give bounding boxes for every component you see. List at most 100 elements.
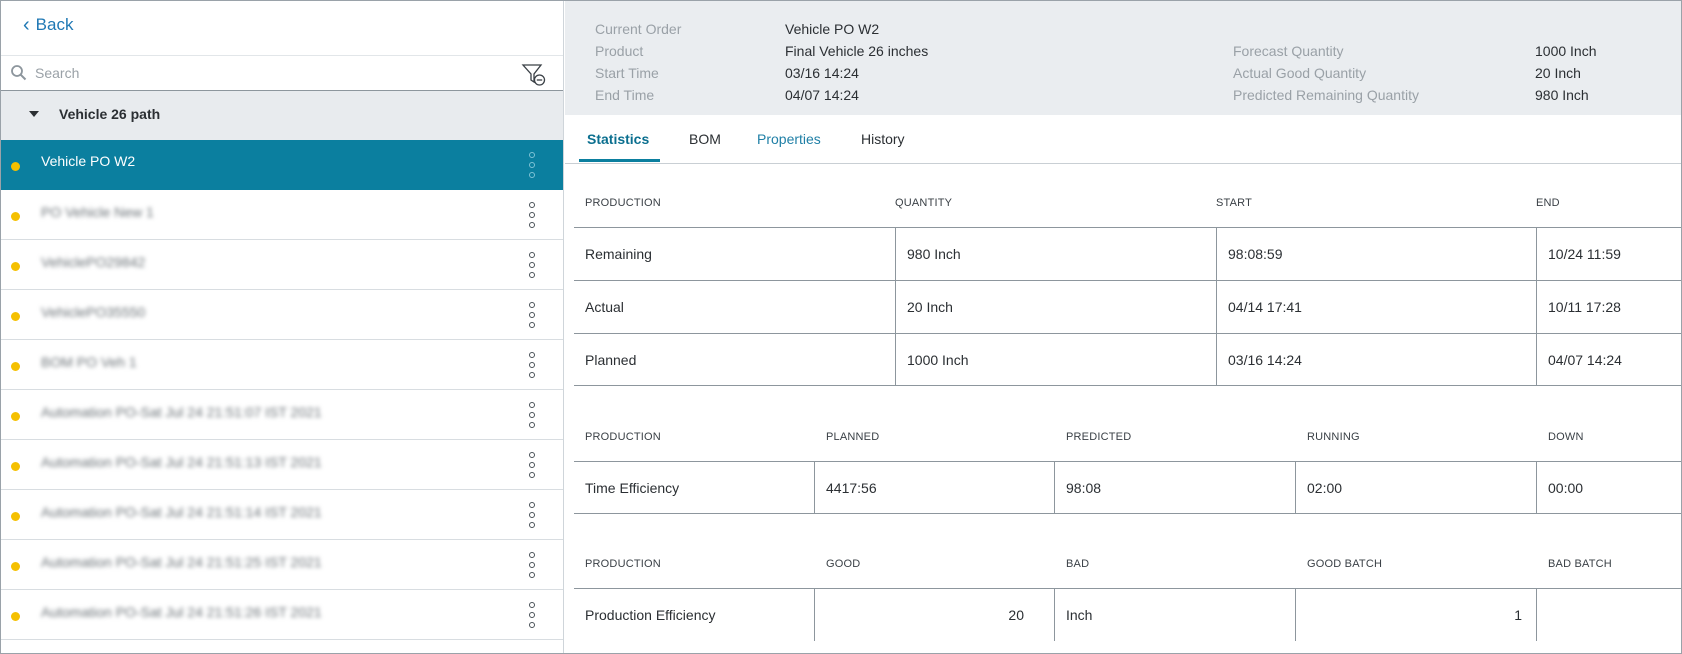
- order-detail-panel: Current Order Vehicle PO W2 Product Fina…: [565, 1, 1681, 653]
- status-dot: [11, 362, 20, 371]
- list-item-label: VehiclePO29842: [41, 254, 146, 270]
- search-icon: [11, 65, 27, 81]
- forecast-quantity-value: 1000 Inch: [1535, 43, 1597, 59]
- more-options-icon[interactable]: [525, 202, 539, 228]
- list-item-label: Automation PO-Sat Jul 24 21:51:13 IST 20…: [41, 454, 322, 470]
- list-item[interactable]: VehiclePO29842: [1, 240, 563, 290]
- more-options-icon[interactable]: [525, 552, 539, 578]
- table-cell: 1: [1514, 607, 1522, 623]
- status-dot: [11, 612, 20, 621]
- table-cell: 98:08:59: [1228, 246, 1283, 262]
- status-dot: [11, 312, 20, 321]
- list-item-label: Automation PO-Sat Jul 24 21:51:25 IST 20…: [41, 554, 322, 570]
- order-summary-header: Current Order Vehicle PO W2 Product Fina…: [565, 1, 1681, 115]
- table-cell: Inch: [1066, 607, 1093, 623]
- list-item-label: VehiclePO35550: [41, 304, 146, 320]
- status-dot: [11, 212, 20, 221]
- more-options-icon[interactable]: [525, 302, 539, 328]
- column-header: START: [1216, 197, 1253, 209]
- column-header: GOOD BATCH: [1307, 558, 1383, 570]
- status-dot: [11, 462, 20, 471]
- more-options-icon[interactable]: [525, 602, 539, 628]
- list-item-label: Automation PO-Sat Jul 24 21:51:14 IST 20…: [41, 504, 322, 520]
- product-label: Product: [595, 43, 644, 59]
- tab-statistics[interactable]: Statistics: [587, 131, 649, 147]
- back-link[interactable]: ‹ Back: [23, 15, 73, 35]
- end-time-label: End Time: [595, 87, 655, 103]
- table-cell: Actual: [585, 299, 624, 315]
- product-value: Final Vehicle 26 inches: [785, 43, 929, 59]
- forecast-quantity-label: Forecast Quantity: [1233, 43, 1344, 59]
- table-row: Actual 20 Inch 04/14 17:41 10/11 17:28: [574, 280, 1681, 333]
- table-cell: Remaining: [585, 246, 652, 262]
- more-options-icon[interactable]: [525, 402, 539, 428]
- search-input[interactable]: [35, 62, 475, 84]
- list-item-label: PO Vehicle New 1: [41, 204, 154, 220]
- table-cell: 03/16 14:24: [1228, 352, 1302, 368]
- status-dot: [11, 412, 20, 421]
- list-item[interactable]: Automation PO-Sat Jul 24 21:51:07 IST 20…: [1, 390, 563, 440]
- list-item[interactable]: Automation PO-Sat Jul 24 21:51:25 IST 20…: [1, 540, 563, 590]
- column-header: PREDICTED: [1066, 431, 1132, 443]
- search-bar: [1, 55, 563, 91]
- table-cell: 4417:56: [826, 480, 877, 496]
- list-item[interactable]: Automation PO-Sat Jul 24 21:51:14 IST 20…: [1, 490, 563, 540]
- table-cell: 98:08: [1066, 480, 1102, 496]
- more-options-icon[interactable]: [525, 152, 539, 178]
- column-header: PLANNED: [826, 431, 880, 443]
- table-cell: 20 Inch: [907, 299, 953, 315]
- caret-down-icon[interactable]: [29, 111, 39, 117]
- app-frame: ‹ Back Vehicle 26 path Vehicle PO W2: [0, 0, 1682, 654]
- order-list-panel: ‹ Back Vehicle 26 path Vehicle PO W2: [1, 1, 564, 653]
- tab-properties[interactable]: Properties: [757, 131, 821, 147]
- list-item[interactable]: Automation PO-Sat Jul 24 21:51:26 IST 20…: [1, 590, 563, 640]
- table-cell: 04/14 17:41: [1228, 299, 1302, 315]
- order-list: Vehicle PO W2 PO Vehicle New 1 VehiclePO…: [1, 140, 563, 640]
- table-row: Time Efficiency 4417:56 98:08 02:00 00:0…: [574, 461, 1681, 514]
- actual-good-quantity-value: 20 Inch: [1535, 65, 1581, 81]
- column-header: QUANTITY: [895, 197, 953, 209]
- list-item-label: Vehicle PO W2: [41, 153, 136, 169]
- table-cell: 10/24 11:59: [1548, 246, 1621, 262]
- production-efficiency-table: PRODUCTION GOOD BAD GOOD BATCH BAD BATCH…: [574, 530, 1681, 641]
- list-item[interactable]: Automation PO-Sat Jul 24 21:51:13 IST 20…: [1, 440, 563, 490]
- column-header: RUNNING: [1307, 431, 1360, 443]
- more-options-icon[interactable]: [525, 452, 539, 478]
- list-item[interactable]: PO Vehicle New 1: [1, 190, 563, 240]
- start-time-label: Start Time: [595, 65, 659, 81]
- status-dot: [11, 262, 20, 271]
- list-item-label: Automation PO-Sat Jul 24 21:51:07 IST 20…: [41, 404, 322, 420]
- list-item[interactable]: Vehicle PO W2: [1, 140, 563, 190]
- group-header[interactable]: Vehicle 26 path: [1, 91, 563, 140]
- table-cell: 980 Inch: [907, 246, 961, 262]
- more-options-icon[interactable]: [525, 252, 539, 278]
- table-header: PRODUCTION GOOD BAD GOOD BATCH BAD BATCH: [574, 530, 1681, 588]
- list-item[interactable]: BOM PO Veh 1: [1, 340, 563, 390]
- end-time-value: 04/07 14:24: [785, 87, 859, 103]
- chevron-left-icon: ‹: [23, 14, 30, 36]
- filter-icon[interactable]: [521, 62, 547, 88]
- list-item[interactable]: VehiclePO35550: [1, 290, 563, 340]
- tab-history[interactable]: History: [861, 131, 905, 147]
- more-options-icon[interactable]: [525, 352, 539, 378]
- quantity-table: PRODUCTION QUANTITY START END Remaining …: [574, 169, 1681, 386]
- detail-tabs: Statistics BOM Properties History: [565, 115, 1681, 164]
- status-dot: [11, 162, 20, 171]
- more-options-icon[interactable]: [525, 502, 539, 528]
- table-cell: 1000 Inch: [907, 352, 969, 368]
- column-header: GOOD: [826, 558, 861, 570]
- table-cell: 02:00: [1307, 480, 1343, 496]
- predicted-remaining-value: 980 Inch: [1535, 87, 1589, 103]
- table-row: Remaining 980 Inch 98:08:59 10/24 11:59: [574, 227, 1681, 280]
- table-cell: Production Efficiency: [585, 607, 716, 623]
- table-row: Planned 1000 Inch 03/16 14:24 04/07 14:2…: [574, 333, 1681, 386]
- table-header: PRODUCTION QUANTITY START END: [574, 169, 1681, 227]
- column-header: PRODUCTION: [585, 197, 661, 209]
- list-item-label: BOM PO Veh 1: [41, 354, 137, 370]
- predicted-remaining-label: Predicted Remaining Quantity: [1233, 87, 1419, 103]
- column-header: PRODUCTION: [585, 431, 661, 443]
- table-header: PRODUCTION PLANNED PREDICTED RUNNING DOW…: [574, 403, 1681, 461]
- table-cell: 00:00: [1548, 480, 1584, 496]
- table-cell: Planned: [585, 352, 637, 368]
- tab-bom[interactable]: BOM: [689, 131, 721, 147]
